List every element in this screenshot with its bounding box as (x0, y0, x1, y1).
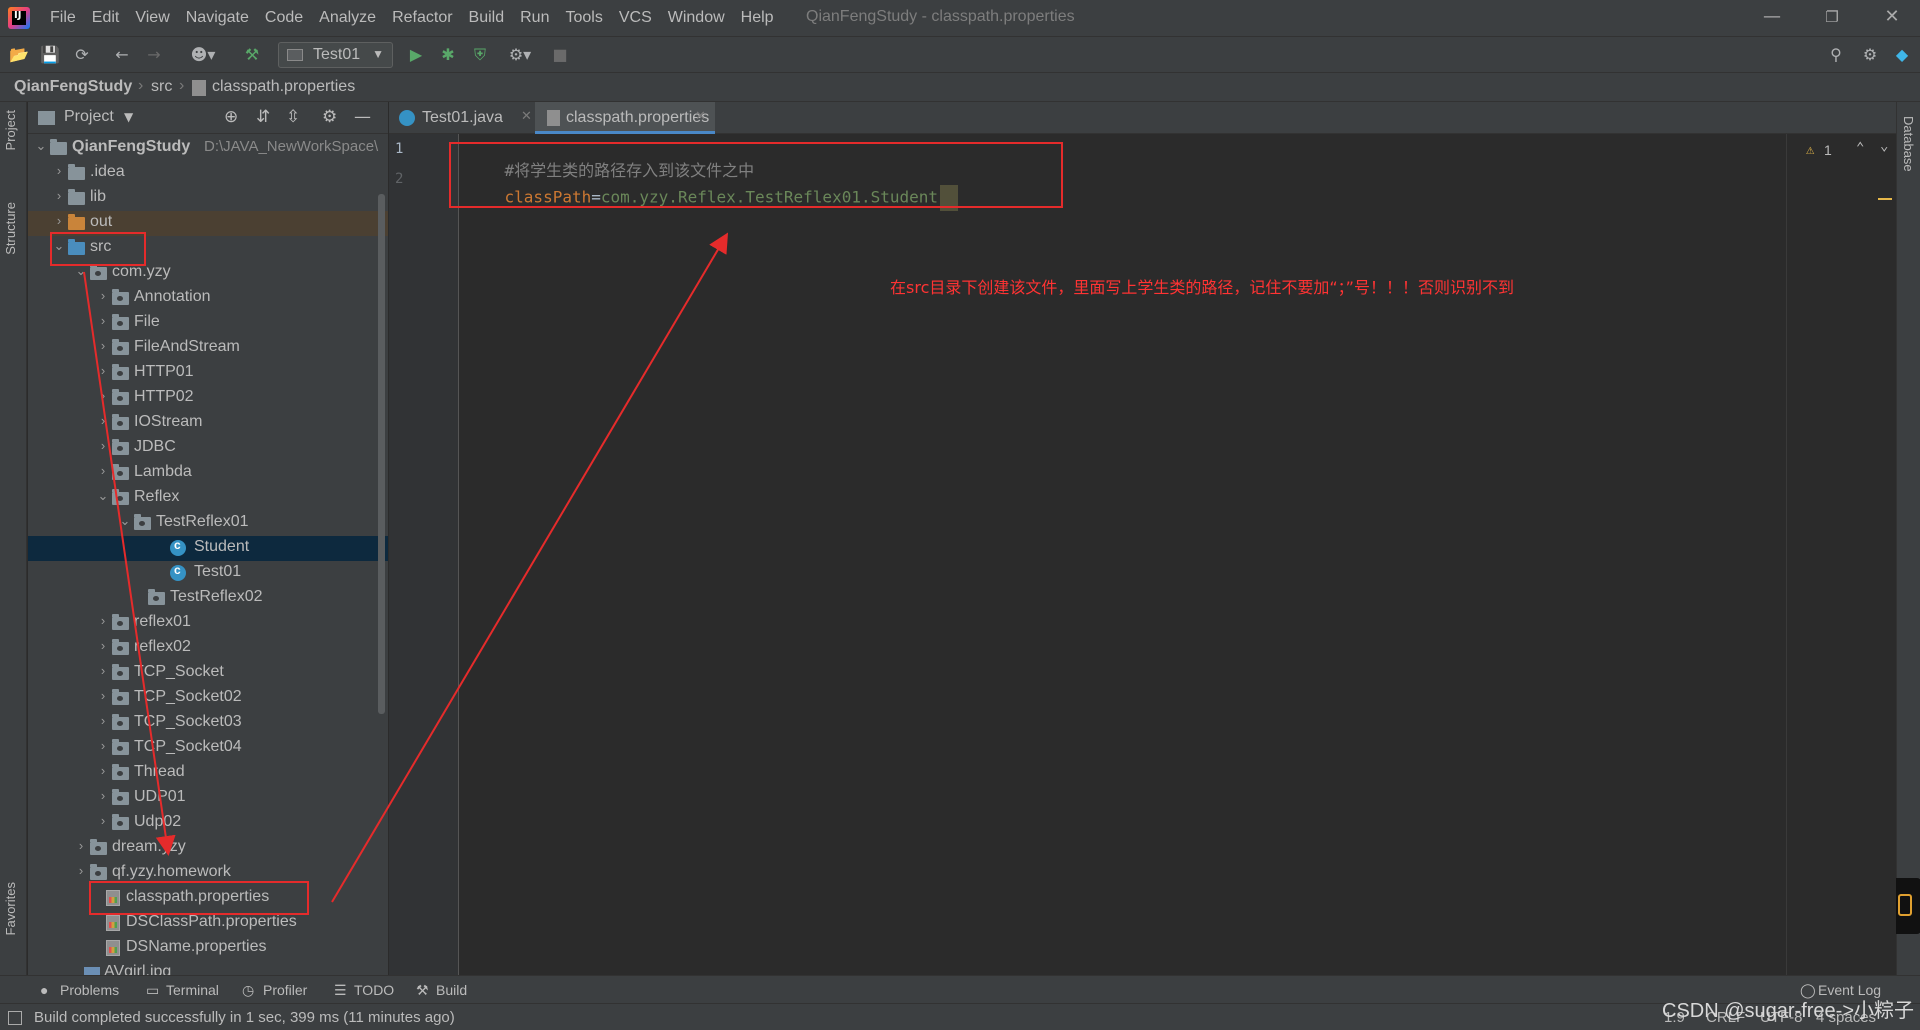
toggle-tool-windows-icon[interactable] (8, 1011, 22, 1025)
csdn-watermark: CSDN @sugar-free->小粽子 (1662, 1000, 1915, 1022)
arrow-src-to-file (83, 271, 176, 856)
status-message[interactable]: Build completed successfully in 1 sec, 3… (34, 1009, 455, 1026)
profiler-icon: ◷ (242, 982, 255, 998)
status-bar: Build completed successfully in 1 sec, 3… (0, 1003, 1920, 1030)
todo-icon: ☰ (334, 982, 347, 998)
problems-icon: ● (40, 982, 49, 998)
problems-tab[interactable]: Problems (60, 982, 119, 998)
tool-window-bar: ● Problems ▭ Terminal ◷ Profiler ☰ TODO … (0, 975, 1920, 1003)
todo-tab[interactable]: TODO (354, 982, 394, 998)
build-tab[interactable]: Build (436, 982, 467, 998)
terminal-icon: ▭ (146, 982, 160, 998)
arrow-file-to-code (331, 232, 729, 903)
annotation-arrows (83, 232, 729, 903)
build-icon: ⚒ (416, 982, 429, 998)
profiler-tab[interactable]: Profiler (263, 982, 307, 998)
terminal-tab[interactable]: Terminal (166, 982, 219, 998)
